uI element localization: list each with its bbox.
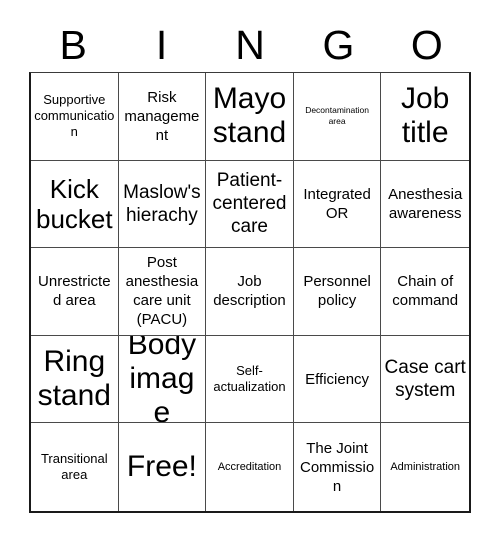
bingo-cell-label: Integrated OR: [303, 185, 371, 222]
bingo-cell-label: Free!: [126, 450, 197, 484]
bingo-cell-label: Administration: [390, 461, 461, 474]
bingo-cell-label: Mayo stand: [212, 82, 287, 150]
bingo-cell-label: Ring stand: [37, 345, 111, 413]
bingo-cell[interactable]: Mayo stand: [206, 73, 294, 161]
bingo-cell[interactable]: Integrated OR: [293, 160, 382, 249]
bingo-cell[interactable]: Job description: [206, 248, 294, 336]
bingo-cell-label: Personnel policy: [303, 273, 371, 310]
bingo-cell[interactable]: Personnel policy: [293, 248, 382, 336]
bingo-header-letter-n: N: [235, 21, 265, 68]
bingo-header-row: B I N G O: [29, 17, 471, 72]
bingo-card: B I N G O Supportive communication Risk m…: [0, 0, 500, 544]
bingo-cell-label: Body image: [127, 335, 197, 424]
bingo-cell-label: Patient-centered care: [212, 170, 287, 238]
bingo-cell[interactable]: Self-actualization: [206, 335, 294, 424]
bingo-cell[interactable]: Accreditation: [206, 423, 294, 511]
bingo-cell[interactable]: Ring stand: [31, 335, 119, 424]
bingo-header-letter-b: B: [59, 21, 87, 68]
bingo-cell-label: Efficiency: [305, 370, 370, 388]
bingo-cell[interactable]: Maslow's hierachy: [118, 160, 207, 249]
bingo-header-letter-g: G: [322, 21, 355, 68]
bingo-cell-label: Case cart system: [384, 357, 466, 402]
bingo-cell-label: Kick bucket: [35, 173, 113, 234]
bingo-cell[interactable]: Case cart system: [381, 335, 469, 424]
bingo-header-letter-i: I: [155, 21, 168, 68]
bingo-cell[interactable]: Supportive communication: [31, 73, 119, 161]
bingo-cell-label: The Joint Commission: [300, 439, 375, 495]
bingo-cell-label: Transitional area: [40, 451, 108, 483]
bingo-cell[interactable]: Patient-centered care: [206, 160, 294, 249]
bingo-cell[interactable]: Administration: [381, 423, 469, 511]
bingo-cell-label: Unrestricted area: [38, 273, 111, 310]
bingo-cell-label: Maslow's hierachy: [123, 181, 201, 226]
bingo-cell[interactable]: Kick bucket: [31, 160, 119, 249]
bingo-cell-label: Decontamination area: [305, 105, 369, 127]
bingo-cell-label: Anesthesia awareness: [388, 185, 463, 222]
bingo-cell[interactable]: Transitional area: [31, 423, 119, 511]
bingo-cell[interactable]: Unrestricted area: [31, 248, 119, 336]
bingo-cell-label: Supportive communication: [34, 92, 115, 140]
bingo-cell-label: Post anesthesia care unit (PACU): [125, 254, 199, 329]
bingo-header-letter-o: O: [410, 21, 443, 68]
bingo-cell-label: Self-actualization: [213, 363, 286, 395]
bingo-cell-label: Job description: [213, 273, 286, 310]
bingo-cell[interactable]: Body image: [118, 335, 207, 424]
bingo-cell[interactable]: Decontamination area: [293, 73, 382, 161]
bingo-cell[interactable]: The Joint Commission: [293, 423, 382, 511]
bingo-cell[interactable]: Risk management: [118, 73, 207, 161]
bingo-cell[interactable]: Chain of command: [381, 248, 469, 336]
bingo-cell-label: Risk management: [124, 88, 200, 144]
bingo-cell[interactable]: Job title: [381, 73, 469, 161]
bingo-cell-label: Chain of command: [392, 273, 459, 310]
bingo-grid: Supportive communication Risk management M…: [29, 72, 471, 513]
bingo-cell[interactable]: Post anesthesia care unit (PACU): [118, 248, 207, 336]
bingo-cell-label: Job title: [401, 82, 450, 150]
bingo-cell[interactable]: Anesthesia awareness: [381, 160, 469, 249]
bingo-cell[interactable]: Free!: [118, 423, 207, 511]
bingo-cell[interactable]: Efficiency: [293, 335, 382, 424]
bingo-cell-label: Accreditation: [217, 461, 282, 474]
